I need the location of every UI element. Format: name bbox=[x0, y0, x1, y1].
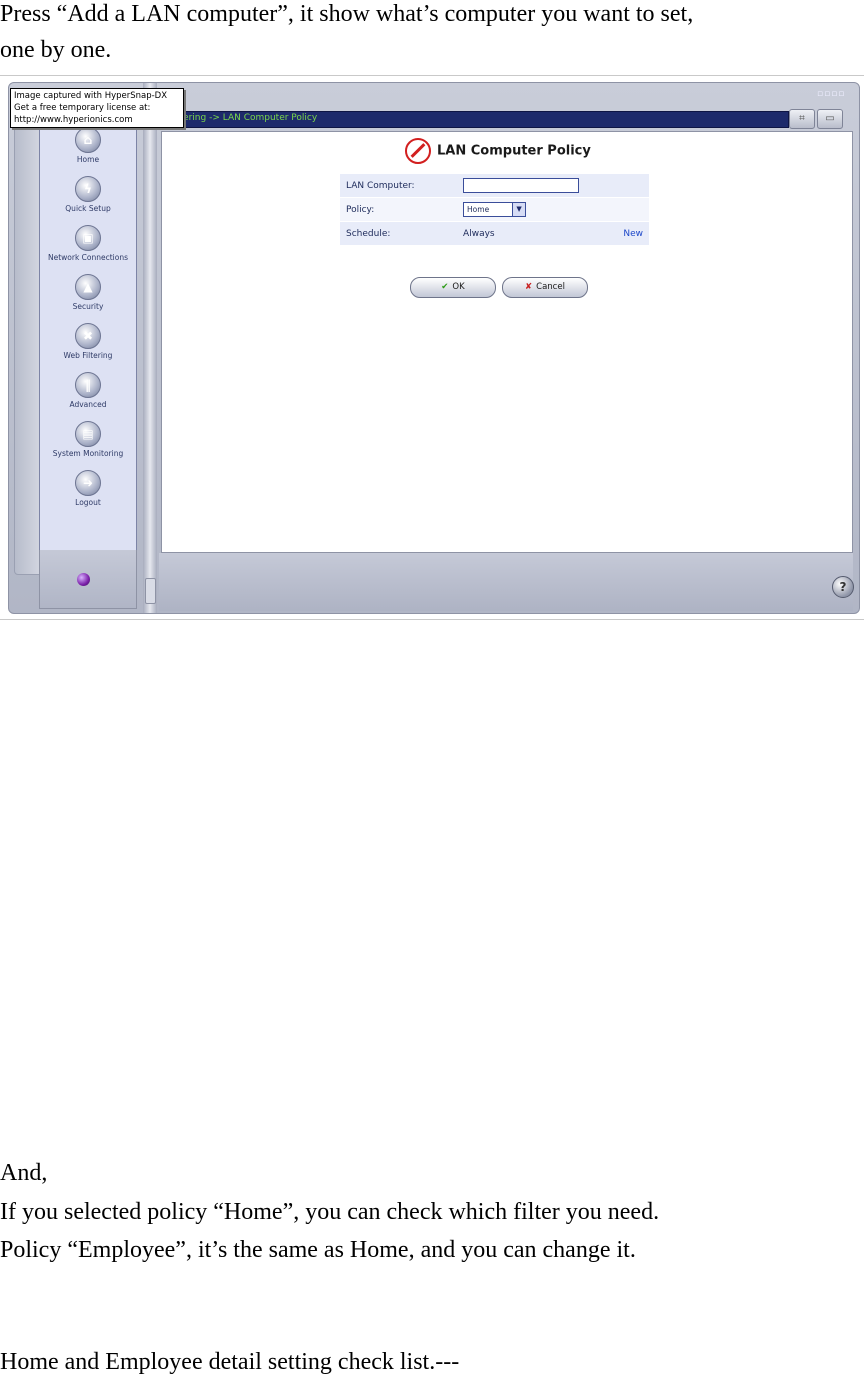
and-line: And, bbox=[0, 1160, 48, 1186]
new-schedule-link[interactable]: New bbox=[603, 221, 649, 246]
checklist-line: Home and Employee detail setting check l… bbox=[0, 1349, 460, 1375]
sidebar-item-network-connections[interactable]: ▣ Network Connections bbox=[40, 225, 136, 262]
lock-icon: ▲ bbox=[75, 274, 101, 300]
intro-line-1: Press “Add a LAN computer”, it show what… bbox=[0, 1, 694, 27]
sidebar-item-system-monitoring[interactable]: ▤ System Monitoring bbox=[40, 421, 136, 458]
policy-label: Policy: bbox=[340, 197, 458, 222]
toolbar-window-button[interactable]: ▭ bbox=[817, 109, 843, 129]
intro-line-2: one by one. bbox=[0, 37, 112, 63]
tools-icon: ‖ bbox=[75, 372, 101, 398]
brand-logo-icon bbox=[77, 573, 90, 586]
sidebar-item-label: Logout bbox=[75, 498, 101, 507]
breadcrumb-bar: Filtering -> LAN Computer Policy bbox=[159, 111, 789, 128]
help-button[interactable]: ? bbox=[832, 576, 854, 598]
cancel-label: Cancel bbox=[536, 282, 565, 292]
policy-row: Policy: Home ▼ bbox=[340, 197, 649, 222]
schedule-value: Always bbox=[457, 221, 604, 246]
main-footer bbox=[159, 553, 853, 611]
watermark-line-3: http://www.hyperionics.com bbox=[14, 115, 133, 125]
splitter-handle[interactable] bbox=[145, 578, 156, 604]
sidebar-item-label: Home bbox=[76, 155, 100, 164]
network-icon: ▣ bbox=[75, 225, 101, 251]
page-title: LAN Computer Policy bbox=[405, 138, 591, 164]
sidebar-item-label: Advanced bbox=[69, 400, 107, 409]
sidebar-item-label: System Monitoring bbox=[52, 449, 124, 458]
router-ui-screenshot: ▫▫▫▫ ⌂ Home ϟ Quick Setup ▣ Network Conn… bbox=[0, 75, 864, 620]
sidebar-item-quick-setup[interactable]: ϟ Quick Setup bbox=[40, 176, 136, 213]
ok-button[interactable]: ✔ OK bbox=[410, 277, 496, 298]
home-icon: ⌂ bbox=[75, 127, 101, 153]
monitor-icon: ▤ bbox=[75, 421, 101, 447]
sidebar-item-label: Quick Setup bbox=[65, 204, 111, 213]
policy-select-value: Home bbox=[467, 205, 490, 214]
no-entry-icon bbox=[405, 138, 431, 164]
logout-icon: ➜ bbox=[75, 470, 101, 496]
panel-splitter[interactable] bbox=[143, 83, 157, 613]
watermark-line-2: Get a free temporary license at: bbox=[14, 103, 151, 113]
policy-form: LAN Computer: Policy: Home ▼ Schedule: Al… bbox=[340, 174, 649, 246]
capture-watermark: Image captured with HyperSnap-DX Get a f… bbox=[10, 88, 184, 128]
sidebar-item-home[interactable]: ⌂ Home bbox=[40, 127, 136, 164]
sidebar-nav: ⌂ Home ϟ Quick Setup ▣ Network Connectio… bbox=[39, 118, 137, 552]
cancel-button[interactable]: ✘ Cancel bbox=[502, 277, 588, 298]
breadcrumb: Filtering -> LAN Computer Policy bbox=[170, 113, 318, 123]
schedule-label: Schedule: bbox=[340, 221, 458, 246]
policy-select[interactable]: Home ▼ bbox=[463, 202, 527, 217]
sidebar-item-label: Network Connections bbox=[47, 253, 129, 262]
lightning-icon: ϟ bbox=[75, 176, 101, 202]
check-icon: ✔ bbox=[441, 282, 449, 292]
sidebar-item-advanced[interactable]: ‖ Advanced bbox=[40, 372, 136, 409]
sidebar-item-logout[interactable]: ➜ Logout bbox=[40, 470, 136, 507]
sidebar-item-security[interactable]: ▲ Security bbox=[40, 274, 136, 311]
sidebar-item-web-filtering[interactable]: ✖ Web Filtering bbox=[40, 323, 136, 360]
window-dots: ▫▫▫▫ bbox=[817, 89, 846, 99]
chevron-down-icon: ▼ bbox=[512, 203, 526, 216]
toolbar-tool-button[interactable]: ⌗ bbox=[789, 109, 815, 129]
lan-computer-row: LAN Computer: bbox=[340, 174, 649, 198]
lan-computer-input[interactable] bbox=[463, 178, 580, 193]
schedule-row: Schedule: Always New bbox=[340, 221, 649, 246]
watermark-line-1: Image captured with HyperSnap-DX bbox=[14, 91, 168, 101]
employee-policy-line: Policy “Employee”, it’s the same as Home… bbox=[0, 1237, 636, 1263]
sidebar-item-label: Web Filtering bbox=[63, 351, 113, 360]
page-title-text: LAN Computer Policy bbox=[437, 143, 591, 159]
ok-label: OK bbox=[452, 282, 465, 292]
x-icon: ✘ bbox=[525, 282, 533, 292]
sidebar-item-label: Security bbox=[72, 302, 104, 311]
home-policy-line: If you selected policy “Home”, you can c… bbox=[0, 1199, 660, 1225]
lan-computer-label: LAN Computer: bbox=[340, 174, 458, 198]
help-icon: ? bbox=[839, 580, 847, 594]
filter-icon: ✖ bbox=[75, 323, 101, 349]
